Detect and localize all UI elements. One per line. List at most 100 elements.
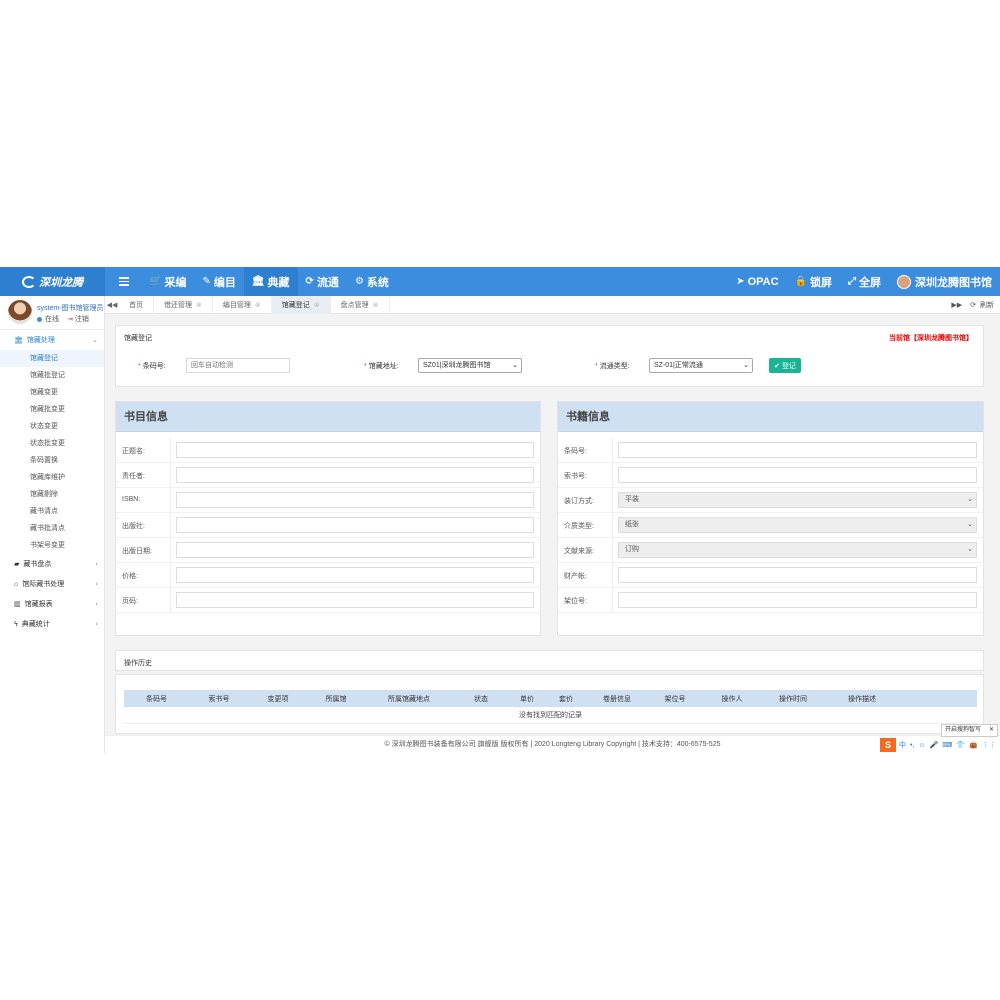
nav-refresh[interactable]: ⟳ 流通 [298, 267, 347, 296]
field-input[interactable] [618, 567, 977, 583]
field-input[interactable] [176, 517, 534, 533]
circ-type-select[interactable]: SZ-01|正常流通 ⌄ [649, 358, 753, 373]
table-header-cell[interactable]: 状态 [453, 694, 509, 704]
field-input[interactable] [176, 592, 534, 608]
close-icon[interactable]: ⊗ [255, 301, 261, 309]
table-header-cell[interactable]: 操作描述 [825, 694, 899, 704]
location-select[interactable]: SZ01|深圳龙腾图书馆 ⌄ [418, 358, 522, 373]
bolt-icon: ϟ [14, 620, 18, 628]
ime-toolbar[interactable]: S 中 •, ☺ 🎤 ⌨ 👕 👜 ⋮⋮ [880, 737, 1000, 753]
sidebar-group[interactable]: ⌂ 馆际藏书处理 ‹ [0, 574, 104, 594]
sidebar-item[interactable]: 馆藏变更 [0, 384, 104, 401]
library-user-menu[interactable]: 深圳龙腾图书馆 [889, 267, 1000, 296]
field-select[interactable]: 纸张 ⌄ [618, 517, 977, 533]
logo[interactable]: 深圳龙腾 [0, 267, 105, 296]
tab[interactable]: 借还管理 ⊗ [154, 295, 213, 314]
tabs-next-icon[interactable]: ▶▶ [947, 301, 966, 309]
sidebar-item[interactable]: 馆藏登记 [0, 350, 104, 367]
ime-tool-icon[interactable]: 中 [899, 740, 906, 750]
sidebar-item[interactable]: 馆藏批变更 [0, 401, 104, 418]
close-icon[interactable]: ⊗ [314, 301, 320, 309]
table-header-cell[interactable]: 架位号 [647, 694, 703, 704]
field-input[interactable] [176, 567, 534, 583]
sidebar-item[interactable]: 馆藏库维护 [0, 469, 104, 486]
refresh-button[interactable]: 刷新 [980, 300, 1000, 310]
ime-tool-icon[interactable]: ☺ [918, 742, 925, 749]
barcode-input[interactable] [186, 358, 290, 373]
table-header-cell[interactable]: 所属馆 [307, 694, 365, 704]
divider [612, 563, 613, 588]
ime-tool-icon[interactable]: ⌨ [942, 741, 952, 749]
tabs-prev-icon[interactable]: ◀◀ [105, 301, 119, 309]
opac-link[interactable]: ➤ OPAC [728, 267, 786, 296]
bank-icon: 🏛 [14, 337, 23, 344]
field-input[interactable] [618, 592, 977, 608]
nav-label: 典藏 [267, 276, 290, 289]
ime-tooltip[interactable]: 开启搜狗智写 ✕ [941, 724, 998, 737]
user-name[interactable]: system-图书馆管理员 [37, 303, 104, 313]
nav-gears[interactable]: ⚙ 系统 [347, 267, 397, 296]
logout-icon[interactable]: ⇥ [67, 315, 73, 323]
nav-cart[interactable]: 🛒 采编 [141, 267, 194, 296]
ime-tool-icon[interactable]: ⋮⋮ [982, 741, 996, 749]
field-input[interactable] [176, 442, 534, 458]
field-input[interactable] [176, 467, 534, 483]
nav-bank[interactable]: 🏛 典藏 [243, 267, 298, 296]
close-icon[interactable]: ⊗ [196, 301, 202, 309]
ime-tool-icon[interactable]: 🎤 [930, 741, 939, 749]
logout-link[interactable]: 注销 [75, 314, 89, 324]
table-header-cell[interactable]: 套价 [545, 694, 587, 704]
sogou-logo-icon[interactable]: S [880, 738, 896, 752]
table-header-cell[interactable]: 操作人 [703, 694, 761, 704]
sidebar-item[interactable]: 馆藏批登记 [0, 367, 104, 384]
refresh-icon[interactable]: ⟳ [966, 301, 980, 309]
table-header-cell[interactable]: 所属馆藏地点 [365, 694, 453, 704]
expand-icon: ⤢ [848, 276, 856, 287]
register-button[interactable]: ✔ 登记 [769, 358, 801, 373]
menu-group-collection[interactable]: 🏛 馆藏处理 ⌄ [0, 330, 104, 350]
sidebar-item[interactable]: 藏书清点 [0, 503, 104, 520]
sidebar-group[interactable]: ▥ 馆藏报表 ‹ [0, 594, 104, 614]
sidebar-group[interactable]: ϟ 典藏统计 ‹ [0, 614, 104, 634]
tab[interactable]: 盘点管理 ⊗ [331, 295, 390, 314]
field-label: 文献来源: [564, 548, 594, 555]
table-header-cell[interactable]: 单价 [509, 694, 545, 704]
ime-tool-icon[interactable]: 👜 [969, 741, 978, 749]
sidebar-item[interactable]: 状态变更 [0, 418, 104, 435]
sidebar-item[interactable]: 条码置换 [0, 452, 104, 469]
field-input[interactable] [176, 492, 534, 508]
tab[interactable]: 馆藏登记 ⊗ [271, 295, 331, 314]
table-header-cell[interactable]: 操作时间 [761, 694, 825, 704]
sidebar-group-label: 藏书盘点 [23, 561, 52, 568]
field-input[interactable] [176, 542, 534, 558]
sidebar-group[interactable]: ▰ 藏书盘点 ‹ [0, 554, 104, 574]
close-icon[interactable]: ⊗ [373, 301, 379, 309]
tab[interactable]: 编目管理 ⊗ [213, 295, 272, 314]
table-header-cell[interactable]: 索书号 [189, 694, 249, 704]
table-header-cell[interactable]: 条码号 [124, 694, 189, 704]
sidebar-item[interactable]: 状态批变更 [0, 435, 104, 452]
field-select[interactable]: 订购 ⌄ [618, 542, 977, 558]
tab[interactable]: 首页 [119, 295, 154, 314]
table-header-cell[interactable]: 变更项 [249, 694, 307, 704]
field-input[interactable] [618, 442, 977, 458]
form-row: ISBN: [116, 488, 540, 513]
book-title: 书籍信息 [558, 402, 983, 432]
sidebar-item[interactable]: 馆藏剔除 [0, 486, 104, 503]
lock-screen-button[interactable]: 🔒 锁屏 [787, 267, 840, 296]
ime-tool-icon[interactable]: 👕 [956, 741, 965, 749]
ime-tool-icon[interactable]: •, [910, 742, 914, 749]
sidebar-item[interactable]: 书架号变更 [0, 537, 104, 554]
form-row: 索书号: [558, 463, 983, 488]
menu-toggle-icon[interactable] [119, 275, 129, 288]
nav-edit[interactable]: ✎ 编目 [194, 267, 243, 296]
field-label: 出版社: [122, 523, 145, 530]
home-icon: ⌂ [14, 580, 19, 588]
field-select[interactable]: 平装 ⌄ [618, 492, 977, 508]
close-icon[interactable]: ✕ [989, 725, 994, 736]
fullscreen-button[interactable]: ⤢ 全屏 [840, 267, 889, 296]
field-input[interactable] [618, 467, 977, 483]
table-header-cell[interactable]: 卷册信息 [587, 694, 647, 704]
sidebar-item[interactable]: 藏书批清点 [0, 520, 104, 537]
logo-text: 深圳龙腾 [39, 276, 83, 289]
